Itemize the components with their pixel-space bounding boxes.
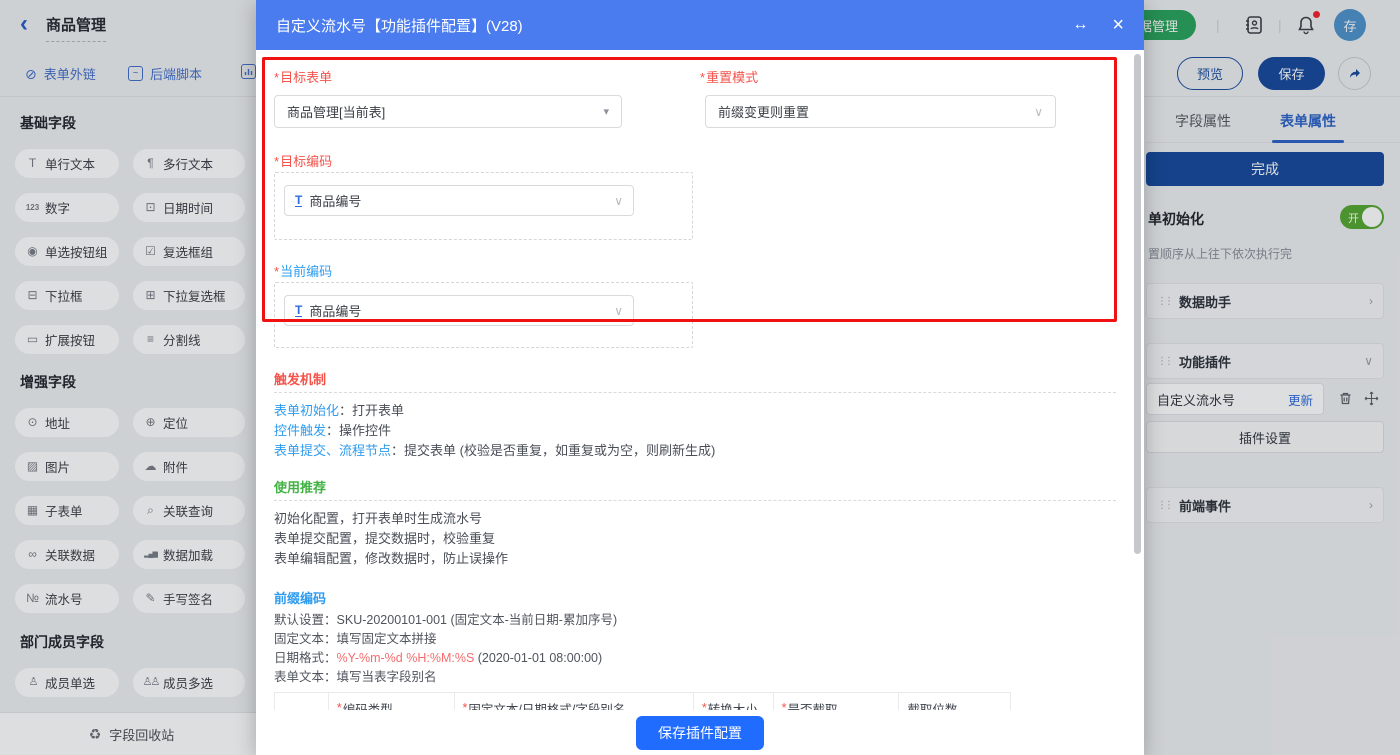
modal-footer: 保存插件配置 [256, 710, 1144, 755]
trigger-section-title: 触发机制 [274, 372, 1116, 388]
table-header-truncate-digits: 截取位数 [899, 693, 1010, 710]
trigger-line: 控件触发：操作控件 [274, 421, 1116, 441]
modal-help-sections: 触发机制 表单初始化：打开表单 控件触发：操作控件 表单提交、流程节点：提交表单… [274, 372, 1116, 710]
modal-body: *目标表单 商品管理[当前表] ▾ *重置模式 前缀变更则重置 ∨ *目标编码 … [256, 50, 1144, 710]
current-code-value: 商品编号 [309, 301, 361, 320]
expand-icon[interactable]: ↔ [1072, 16, 1088, 34]
code-config-table-header: *编码类型 *固定文本/日期格式/字段别名 *转换大小 *是否截取 截取位数 [274, 692, 1011, 710]
target-form-label: *目标表单 [274, 67, 332, 86]
prefix-section-title: 前缀编码 [274, 591, 1116, 607]
target-code-select[interactable]: T 商品编号 ∨ [284, 185, 634, 216]
chevron-down-icon: ∨ [614, 304, 623, 318]
dashed-divider [274, 392, 1116, 393]
target-code-label: *目标编码 [274, 151, 332, 170]
caret-down-icon: ▾ [603, 105, 609, 118]
chevron-down-icon: ∨ [614, 194, 623, 208]
save-plugin-config-button[interactable]: 保存插件配置 [636, 716, 764, 750]
reset-mode-label: *重置模式 [700, 67, 758, 86]
usage-line: 表单提交配置，提交数据时，校验重复 [274, 529, 1116, 549]
usage-line: 初始化配置，打开表单时生成流水号 [274, 509, 1116, 529]
target-code-value: 商品编号 [309, 191, 361, 210]
trigger-line: 表单初始化：打开表单 [274, 401, 1116, 421]
modal-title: 自定义流水号【功能插件配置】(V28) [276, 15, 1048, 36]
text-field-icon: T [295, 194, 302, 207]
target-form-value: 商品管理[当前表] [287, 102, 385, 121]
table-header-empty [275, 693, 329, 710]
reset-mode-value: 前缀变更则重置 [718, 102, 809, 121]
trigger-line: 表单提交、流程节点：提交表单 (校验是否重复，如重复或为空，则刷新生成) [274, 441, 1116, 461]
prefix-line: 日期格式：%Y-%m-%d %H:%M:%S (2020-01-01 08:00… [274, 650, 1116, 667]
dashed-divider [274, 500, 1116, 501]
table-header-truncate: *是否截取 [774, 693, 900, 710]
text-field-icon: T [295, 304, 302, 317]
chevron-down-icon: ∨ [1034, 105, 1043, 119]
table-header-fixed-text: *固定文本/日期格式/字段别名 [455, 693, 694, 710]
modal-scrollbar[interactable] [1134, 54, 1141, 554]
current-code-label: *当前编码 [274, 261, 332, 280]
reset-mode-select[interactable]: 前缀变更则重置 ∨ [705, 95, 1056, 128]
table-header-case-convert: *转换大小 [694, 693, 774, 710]
usage-section-title: 使用推荐 [274, 480, 1116, 496]
plugin-config-modal: 自定义流水号【功能插件配置】(V28) ↔ × *目标表单 商品管理[当前表] … [256, 0, 1144, 755]
prefix-line: 表单文本：填写当表字段别名 [274, 669, 1116, 686]
target-form-select[interactable]: 商品管理[当前表] ▾ [274, 95, 622, 128]
prefix-line: 固定文本：填写固定文本拼接 [274, 631, 1116, 648]
prefix-line: 默认设置：SKU-20200101-001 (固定文本-当前日期-累加序号) [274, 612, 1116, 629]
table-header-code-type: *编码类型 [329, 693, 455, 710]
usage-line: 表单编辑配置，修改数据时，防止误操作 [274, 549, 1116, 569]
close-icon[interactable]: × [1112, 16, 1124, 34]
modal-header: 自定义流水号【功能插件配置】(V28) ↔ × [256, 0, 1144, 50]
current-code-select[interactable]: T 商品编号 ∨ [284, 295, 634, 326]
